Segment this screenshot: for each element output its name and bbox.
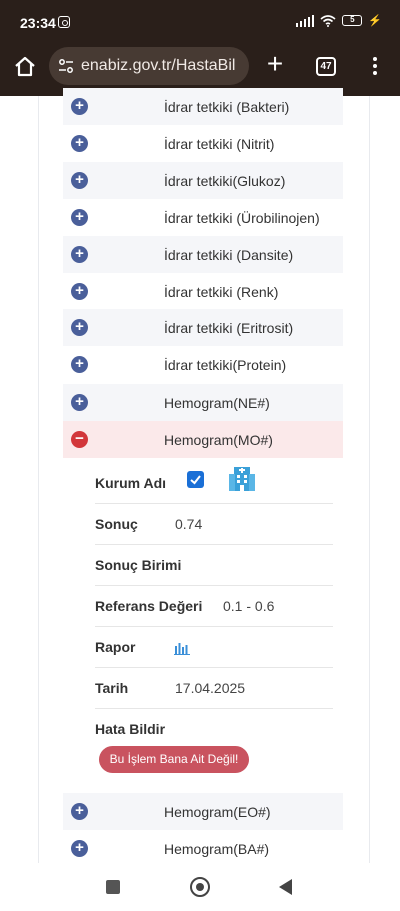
url-text: enabiz.gov.tr/HastaBil	[81, 57, 236, 74]
institution-label: Kurum Adı	[95, 475, 167, 491]
tabs-icon[interactable]: 47	[316, 57, 336, 76]
bar-chart-icon[interactable]	[174, 641, 190, 655]
divider	[95, 708, 333, 709]
expand-icon[interactable]: +	[71, 319, 88, 336]
address-field[interactable]: enabiz.gov.tr/HastaBil	[49, 47, 249, 85]
test-label: İdrar tetkiki(Protein)	[164, 356, 287, 373]
test-row[interactable]: + İdrar tetkiki(Protein)	[63, 346, 343, 383]
home-icon[interactable]	[12, 54, 38, 80]
recents-icon[interactable]	[106, 880, 120, 894]
expand-icon[interactable]: +	[71, 394, 88, 411]
menu-icon[interactable]	[368, 55, 382, 79]
charging-icon: ⚡	[368, 15, 382, 27]
test-row[interactable]: + İdrar tetkiki(Glukoz)	[63, 162, 343, 199]
expand-icon[interactable]: +	[71, 356, 88, 373]
test-label: İdrar tetkiki (Eritrosit)	[164, 319, 294, 336]
expand-icon[interactable]: +	[71, 803, 88, 820]
test-row[interactable]: + İdrar tetkiki (Eritrosit)	[63, 309, 343, 346]
result-value: 0.74	[175, 516, 203, 532]
date-label: Tarih	[95, 680, 129, 696]
report-label: Rapor	[95, 639, 136, 655]
signal-icon	[295, 14, 315, 27]
home-nav-icon[interactable]	[190, 877, 210, 897]
expand-icon[interactable]: +	[71, 283, 88, 300]
wifi-icon	[320, 14, 336, 27]
new-tab-icon[interactable]: +	[262, 50, 288, 78]
result-label: Sonuç	[95, 516, 138, 532]
check-icon	[190, 475, 201, 485]
test-row[interactable]: + İdrar tetkiki (Nitrit)	[63, 125, 343, 162]
test-label: İdrar tetkiki(Glukoz)	[164, 172, 286, 189]
test-label: Hemogram(EO#)	[164, 803, 271, 820]
tab-count: 47	[320, 61, 332, 72]
expand-icon[interactable]: +	[71, 246, 88, 263]
divider	[95, 626, 333, 627]
site-settings-icon[interactable]	[57, 57, 75, 75]
divider	[95, 667, 333, 668]
collapse-icon[interactable]: −	[71, 431, 88, 448]
reference-label: Referans Değeri	[95, 598, 203, 614]
test-label: İdrar tetkiki (Renk)	[164, 283, 279, 300]
status-icons: 5 ⚡	[295, 14, 382, 27]
institution-checkbox[interactable]	[187, 471, 204, 488]
expand-icon[interactable]: +	[71, 98, 88, 115]
test-row[interactable]: + İdrar tetkiki (Renk)	[63, 273, 343, 310]
battery-icon: 5	[342, 15, 363, 26]
not-mine-button[interactable]: Bu İşlem Bana Ait Değil!	[99, 746, 249, 773]
date-value: 17.04.2025	[175, 680, 246, 696]
test-label: Hemogram(NE#)	[164, 394, 270, 411]
system-nav-bar	[0, 863, 400, 911]
divider	[95, 503, 333, 504]
divider	[95, 585, 333, 586]
test-label: İdrar tetkiki (Dansite)	[164, 246, 294, 263]
expand-icon[interactable]: +	[71, 172, 88, 189]
reference-value: 0.1 - 0.6	[223, 598, 275, 614]
status-bar: 23:34 5 ⚡	[0, 0, 400, 44]
instagram-icon	[58, 16, 70, 28]
report-error-label: Hata Bildir	[95, 721, 166, 737]
back-icon[interactable]	[279, 879, 292, 895]
test-label: İdrar tetkiki (Ürobilinojen)	[164, 209, 320, 226]
unit-label: Sonuç Birimi	[95, 557, 182, 573]
test-row[interactable]: + İdrar tetkiki (Bakteri)	[63, 88, 343, 125]
divider	[95, 544, 333, 545]
expand-icon[interactable]: +	[71, 135, 88, 152]
test-row[interactable]: + İdrar tetkiki (Dansite)	[63, 236, 343, 273]
test-label: Hemogram(BA#)	[164, 840, 270, 857]
test-label: İdrar tetkiki (Nitrit)	[164, 135, 275, 152]
test-row[interactable]: + İdrar tetkiki (Ürobilinojen)	[63, 199, 343, 236]
test-row[interactable]: + Hemogram(NE#)	[63, 384, 343, 421]
battery-level: 5	[342, 15, 363, 26]
browser-chrome: 23:34 5 ⚡ enabiz.gov.tr/HastaBil + 47	[0, 0, 400, 96]
test-label: İdrar tetkiki (Bakteri)	[164, 98, 290, 115]
test-row-expanded[interactable]: − Hemogram(MO#)	[63, 421, 343, 458]
url-bar: enabiz.gov.tr/HastaBil + 47	[0, 44, 400, 90]
test-label: Hemogram(MO#)	[164, 431, 273, 448]
expand-icon[interactable]: +	[71, 840, 88, 857]
expand-icon[interactable]: +	[71, 209, 88, 226]
test-row[interactable]: + Hemogram(EO#)	[63, 793, 343, 830]
hospital-icon[interactable]	[228, 464, 256, 492]
status-time: 23:34	[20, 15, 56, 31]
test-row[interactable]: + Hemogram(BA#)	[63, 830, 343, 867]
